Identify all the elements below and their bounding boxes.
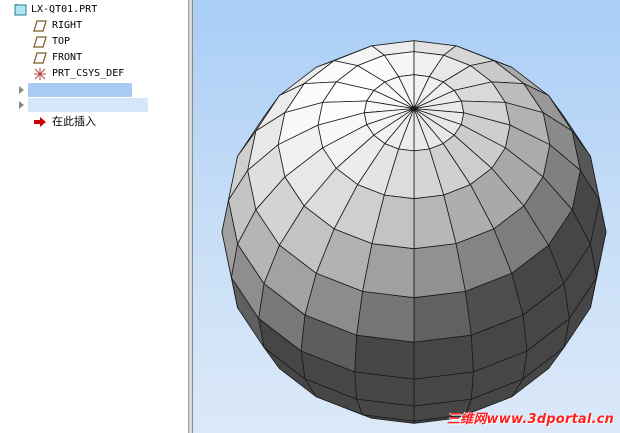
sphere-facet xyxy=(413,334,474,380)
sphere-model xyxy=(221,40,607,424)
sphere-facet xyxy=(362,243,415,299)
expand-arrow-icon[interactable] xyxy=(19,86,24,94)
datum-plane-icon xyxy=(33,36,47,48)
tree-item-top[interactable]: TOP xyxy=(33,34,183,50)
tree-root-label: LX-QT01.PRT xyxy=(31,4,98,15)
insert-arrow-icon xyxy=(34,117,46,127)
part-icon xyxy=(14,4,27,16)
csys-icon xyxy=(34,68,46,80)
tree-item-label: TOP xyxy=(52,36,71,47)
tree-item-right[interactable]: RIGHT xyxy=(33,18,183,34)
datum-plane-icon xyxy=(33,20,47,32)
sphere-facet xyxy=(413,290,472,343)
tree-item-label: PRT_CSYS_DEF xyxy=(52,68,125,79)
sphere-facet xyxy=(356,290,415,343)
tree-root-part[interactable]: LX-QT01.PRT xyxy=(14,2,184,18)
expand-arrow-icon[interactable] xyxy=(19,101,24,109)
graphics-viewport[interactable]: 三维网www.3dportal.cn xyxy=(193,0,620,433)
feature-row-2[interactable] xyxy=(28,98,148,112)
tree-item-front[interactable]: FRONT xyxy=(33,50,183,66)
tree-item-label: FRONT xyxy=(52,52,83,63)
feature-row-1[interactable] xyxy=(28,83,132,97)
sphere-facet xyxy=(413,243,466,299)
datum-plane-icon xyxy=(33,52,47,64)
tree-item-label: RIGHT xyxy=(52,20,83,31)
model-tree-panel: LX-QT01.PRT RIGHT TOP FRONT PRT_CSYS_DEF xyxy=(0,0,189,433)
tree-item-csys[interactable]: PRT_CSYS_DEF xyxy=(33,66,183,82)
watermark-text: 三维网www.3dportal.cn xyxy=(446,412,614,427)
sphere-facet xyxy=(354,334,415,380)
insert-here-marker[interactable]: 在此插入 xyxy=(33,114,183,130)
insert-here-label: 在此插入 xyxy=(52,115,96,128)
